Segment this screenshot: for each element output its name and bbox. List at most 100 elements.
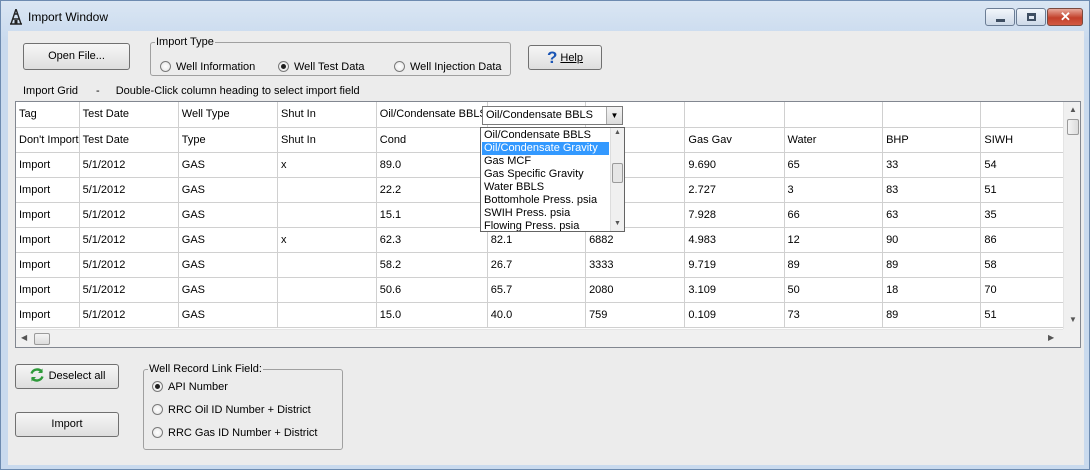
grid-cell[interactable]: 50 <box>784 277 884 303</box>
grid-cell[interactable]: Import <box>16 177 80 203</box>
grid-cell[interactable]: GAS <box>178 202 279 228</box>
grid-cell[interactable]: 5/1/2012 <box>79 277 179 303</box>
grid-cell[interactable]: Import <box>16 302 80 328</box>
grid-cell[interactable] <box>277 202 377 228</box>
vertical-scroll-thumb[interactable] <box>1067 119 1079 135</box>
scroll-left-icon[interactable]: ◀ <box>21 333 27 342</box>
grid-cell[interactable]: 73 <box>784 302 884 328</box>
grid-cell[interactable]: Well Type <box>178 102 279 128</box>
grid-cell[interactable]: GAS <box>178 277 279 303</box>
grid-cell[interactable]: Type <box>178 127 279 153</box>
grid-cell[interactable]: Oil/Condensate BBLS <box>376 102 488 128</box>
grid-cell[interactable]: 65.7 <box>487 277 587 303</box>
grid-cell[interactable]: Test Date <box>79 102 179 128</box>
import-button[interactable]: Import <box>15 412 119 437</box>
table-row[interactable]: Import 5/1/2012 GAS 50.6 65.7 2080 3.109 50 18 70 <box>16 277 1080 303</box>
grid-cell[interactable]: Shut In <box>277 102 377 128</box>
grid-cell[interactable]: 22.2 <box>376 177 488 203</box>
grid-cell[interactable]: 5/1/2012 <box>79 177 179 203</box>
grid-cell[interactable]: 50.6 <box>376 277 488 303</box>
grid-cell[interactable]: Cond <box>376 127 488 153</box>
grid-cell[interactable]: 3333 <box>585 252 686 278</box>
close-button[interactable]: ✕ <box>1047 8 1083 26</box>
grid-cell[interactable]: 9.719 <box>684 252 785 278</box>
minimize-button[interactable] <box>985 8 1015 26</box>
grid-cell[interactable]: 26.7 <box>487 252 587 278</box>
grid-cell[interactable] <box>277 302 377 328</box>
grid-cell[interactable]: Import <box>16 152 80 178</box>
radio-rrc-oil-id[interactable]: RRC Oil ID Number + District <box>152 404 311 416</box>
grid-cell[interactable]: 62.3 <box>376 227 488 253</box>
grid-cell[interactable]: GAS <box>178 227 279 253</box>
grid-cell[interactable]: 58.2 <box>376 252 488 278</box>
grid-cell[interactable]: Import <box>16 202 80 228</box>
dropdown-option[interactable]: Oil/Condensate BBLS <box>482 129 609 142</box>
grid-cell[interactable]: Tag <box>16 102 80 128</box>
grid-cell[interactable]: 5/1/2012 <box>79 252 179 278</box>
grid-cell[interactable]: 66 <box>784 202 884 228</box>
grid-cell[interactable]: 89 <box>882 252 982 278</box>
grid-cell[interactable]: 90 <box>882 227 982 253</box>
dropdown-option[interactable]: Gas Specific Gravity <box>482 168 609 181</box>
dropdown-option[interactable]: Water BBLS <box>482 181 609 194</box>
grid-cell[interactable]: Shut In <box>277 127 377 153</box>
grid-cell[interactable]: 759 <box>585 302 686 328</box>
open-file-button[interactable]: Open File... <box>23 43 130 70</box>
radio-well-injection-data[interactable]: Well Injection Data <box>394 61 502 73</box>
grid-cell[interactable]: 5/1/2012 <box>79 302 179 328</box>
grid-horizontal-scrollbar[interactable]: ◀ ▶ <box>16 329 1065 347</box>
dropdown-scrollbar[interactable]: ▲ ▼ <box>610 128 624 231</box>
grid-cell[interactable]: 15.0 <box>376 302 488 328</box>
table-row[interactable]: Import 5/1/2012 GAS 58.2 26.7 3333 9.719 89 89 58 <box>16 252 1080 278</box>
scroll-up-icon[interactable]: ▲ <box>614 129 621 136</box>
dropdown-option[interactable]: SWIH Press. psia <box>482 207 609 220</box>
grid-cell[interactable]: 33 <box>882 152 982 178</box>
grid-cell[interactable]: 2.727 <box>684 177 785 203</box>
grid-cell[interactable]: 2080 <box>585 277 686 303</box>
radio-api-number[interactable]: API Number <box>152 381 228 393</box>
dropdown-option[interactable]: Flowing Press. psia <box>482 220 609 231</box>
radio-well-information[interactable]: Well Information <box>160 61 255 73</box>
grid-cell[interactable]: Test Date <box>79 127 179 153</box>
grid-cell[interactable]: GAS <box>178 177 279 203</box>
help-button[interactable]: ? Help <box>528 45 602 70</box>
grid-cell[interactable]: 3 <box>784 177 884 203</box>
grid-vertical-scrollbar[interactable]: ▲ ▼ <box>1063 102 1080 329</box>
grid-cell[interactable]: Water <box>784 127 884 153</box>
scroll-down-icon[interactable]: ▼ <box>1069 315 1077 324</box>
grid-cell[interactable]: 83 <box>882 177 982 203</box>
chevron-down-icon[interactable]: ▼ <box>606 107 622 124</box>
grid-cell[interactable] <box>684 102 785 128</box>
dropdown-option[interactable]: Oil/Condensate Gravity <box>482 142 609 155</box>
scroll-down-icon[interactable]: ▼ <box>614 220 621 227</box>
grid-cell[interactable]: Gas Gav <box>684 127 785 153</box>
import-field-dropdown[interactable]: Flowing Press. psia SWIH Press. psia Botto… <box>480 127 625 232</box>
dropdown-option[interactable]: Gas MCF <box>482 155 609 168</box>
grid-cell[interactable]: 89.0 <box>376 152 488 178</box>
radio-rrc-gas-id[interactable]: RRC Gas ID Number + District <box>152 427 317 439</box>
grid-cell[interactable]: 15.1 <box>376 202 488 228</box>
grid-cell[interactable]: 63 <box>882 202 982 228</box>
radio-well-test-data[interactable]: Well Test Data <box>278 61 365 73</box>
table-row[interactable]: Import 5/1/2012 GAS 15.0 40.0 759 0.109 73 89 51 <box>16 302 1080 328</box>
grid-cell[interactable]: GAS <box>178 152 279 178</box>
grid-cell[interactable]: 5/1/2012 <box>79 227 179 253</box>
grid-cell[interactable]: Don't Import <box>16 127 80 153</box>
maximize-button[interactable] <box>1016 8 1046 26</box>
grid-cell[interactable] <box>784 102 884 128</box>
deselect-all-button[interactable]: Deselect all <box>15 364 119 389</box>
dropdown-scroll-thumb[interactable] <box>612 163 623 183</box>
grid-cell[interactable]: 0.109 <box>684 302 785 328</box>
grid-cell[interactable]: BHP <box>882 127 982 153</box>
grid-cell[interactable]: 4.983 <box>684 227 785 253</box>
grid-cell[interactable]: 5/1/2012 <box>79 202 179 228</box>
grid-cell[interactable]: 18 <box>882 277 982 303</box>
grid-cell[interactable] <box>277 277 377 303</box>
grid-cell[interactable]: 40.0 <box>487 302 587 328</box>
grid-cell[interactable]: x <box>277 152 377 178</box>
grid-cell[interactable]: 3.109 <box>684 277 785 303</box>
grid-cell[interactable]: 7.928 <box>684 202 785 228</box>
grid-cell[interactable]: Import <box>16 252 80 278</box>
grid-cell[interactable]: 89 <box>882 302 982 328</box>
grid-cell[interactable] <box>277 252 377 278</box>
